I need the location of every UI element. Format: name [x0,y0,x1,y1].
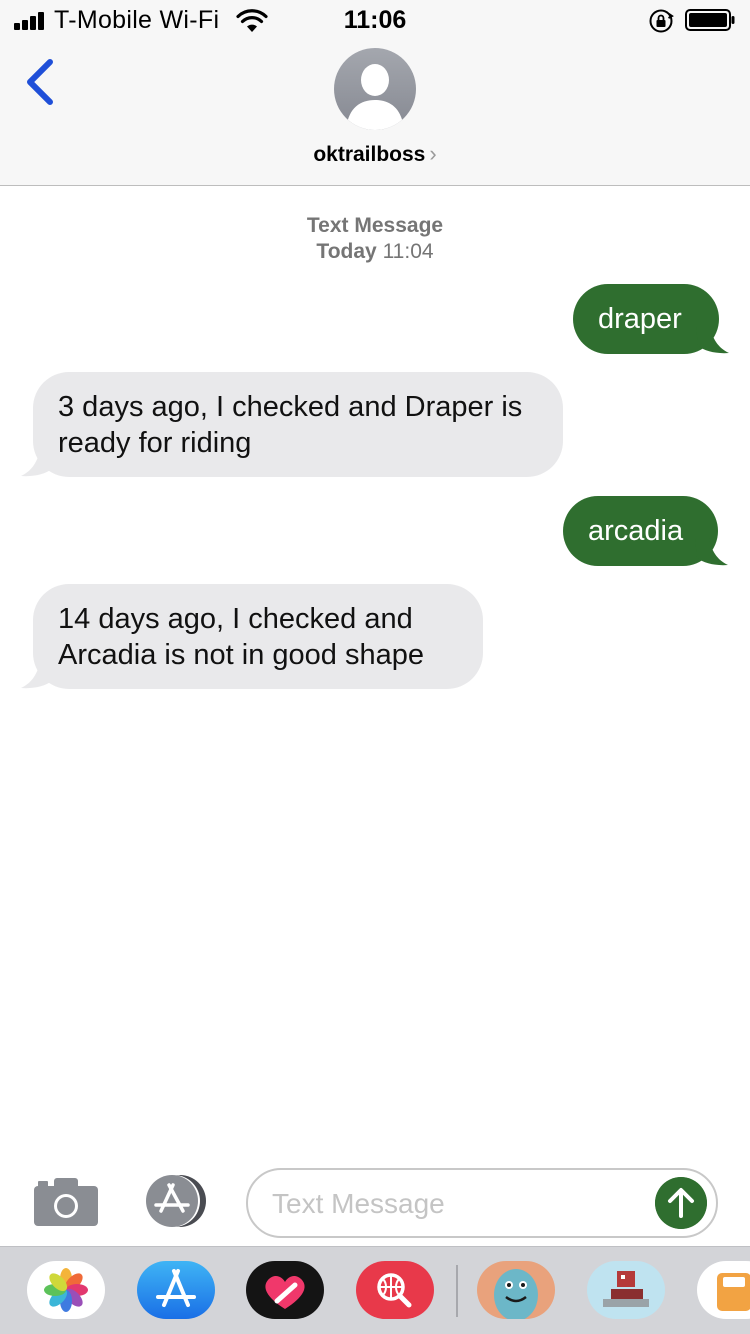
status-time: 11:06 [343,6,407,34]
message-text: arcadia [588,515,684,547]
app-store-icon[interactable] [138,1173,214,1229]
photos-icon[interactable] [27,1261,105,1319]
web-search-icon[interactable] [356,1261,434,1319]
message-text: 3 days ago, I checked and Draper is read… [58,391,523,459]
sticker-monster-icon[interactable] [477,1261,555,1319]
back-chevron-icon[interactable] [18,56,62,108]
message-text: 14 days ago, I checked and Arcadia is no… [58,603,424,671]
sticker-game-icon[interactable] [587,1261,665,1319]
conversation-header: T-Mobile Wi-Fi 11:06 oktrailboss › [0,0,750,186]
incoming-message-bubble[interactable]: 14 days ago, I checked and Arcadia is no… [33,584,483,689]
message-input-field[interactable] [246,1168,718,1238]
bubble-tail [21,661,54,689]
service-label: Text Message [306,214,444,237]
contact-name-button[interactable]: oktrailboss › [0,141,750,167]
bubble-tail [695,538,728,566]
message-text: draper [598,303,682,335]
incoming-message-bubble[interactable]: 3 days ago, I checked and Draper is read… [33,372,563,477]
status-bar: T-Mobile Wi-Fi 11:06 [0,0,750,40]
camera-icon[interactable] [32,1174,100,1228]
imessage-app-drawer [0,1246,750,1334]
thread-timestamp: Text Message Today 11:04 [0,213,750,265]
digital-touch-icon[interactable] [246,1261,324,1319]
contact-avatar-icon[interactable] [334,48,416,130]
bubble-tail [696,326,729,354]
contact-name-label: oktrailboss [313,143,426,166]
send-arrow-icon[interactable] [655,1177,707,1229]
rotation-lock-icon [649,9,674,33]
date-day-label: Today [316,240,377,263]
chevron-right-icon: › [429,141,437,166]
message-input[interactable] [272,1182,652,1226]
app-drawer-divider [456,1265,458,1317]
bubble-tail [21,449,54,477]
battery-icon [685,9,735,31]
app-store-icon[interactable] [137,1261,215,1319]
date-time-label: 11:04 [382,240,434,263]
more-app-icon[interactable] [697,1261,750,1319]
